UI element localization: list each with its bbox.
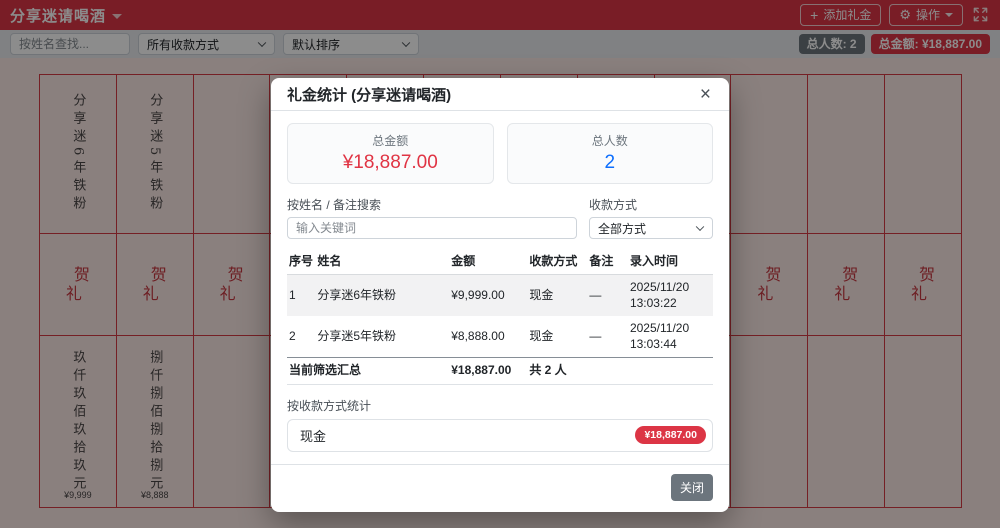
table-row: 1 分享迷6年铁粉 ¥9,999.00 现金 — 2025/11/20 13:03:22 bbox=[287, 274, 713, 317]
modal-title: 礼金统计 (分享迷请喝酒) bbox=[287, 86, 452, 104]
table-cell: 现金 bbox=[529, 328, 554, 343]
method-stats-label: 按收款方式统计 bbox=[287, 398, 372, 413]
table-cell: 2025/11/20 13:03:22 bbox=[629, 280, 690, 310]
modal-header: 礼金统计 (分享迷请喝酒) × bbox=[271, 78, 729, 111]
table-cell: 2025/11/20 13:03:44 bbox=[629, 321, 690, 351]
close-button[interactable]: 关闭 bbox=[670, 473, 713, 501]
method-stat-item: 现金 ¥18,887.00 bbox=[287, 418, 713, 452]
filter-summary-row: 当前筛选汇总 ¥18,887.00 共 2 人 bbox=[287, 357, 713, 385]
gift-statistics-modal: 礼金统计 (分享迷请喝酒) × 总金额 ¥18,887.00 总人数 2 按姓名… bbox=[271, 78, 729, 512]
total-people-card: 总人数 2 bbox=[506, 123, 713, 184]
table-cell: 1 bbox=[289, 287, 296, 302]
summary-cards: 总金额 ¥18,887.00 总人数 2 bbox=[287, 123, 713, 184]
summary-label: 当前筛选汇总 bbox=[287, 357, 450, 385]
total-people-label: 总人数 bbox=[591, 134, 628, 148]
gift-table: 序号 姓名 金额 收款方式 备注 录入时间 1 分享迷6年铁粉 ¥9,999.00 现… bbox=[287, 249, 713, 385]
table-cell: 现金 bbox=[529, 287, 554, 302]
keyword-search-input[interactable] bbox=[287, 217, 577, 239]
total-people-value: 2 bbox=[604, 152, 616, 173]
payment-method-label: 收款方式 bbox=[589, 198, 638, 212]
total-amount-label: 总金额 bbox=[372, 134, 409, 148]
gift-table-header-row: 序号 姓名 金额 收款方式 备注 录入时间 bbox=[287, 249, 713, 275]
modal-filters: 按姓名 / 备注搜索 收款方式 全部方式 bbox=[287, 196, 713, 239]
app-window: 分享迷请喝酒 + 添加礼金 ⚙ 操作 按姓名查找... 所有收款方式 默认排序 … bbox=[0, 0, 1000, 528]
method-stats-list: 现金 ¥18,887.00 bbox=[287, 418, 713, 452]
keyword-search-label: 按姓名 / 备注搜索 bbox=[287, 198, 382, 212]
total-amount-card: 总金额 ¥18,887.00 bbox=[287, 123, 494, 184]
table-cell: ¥8,888.00 bbox=[451, 328, 505, 343]
summary-amount: ¥18,887.00 bbox=[449, 357, 528, 385]
table-cell: 分享迷6年铁粉 bbox=[317, 287, 396, 302]
modal-body: 总金额 ¥18,887.00 总人数 2 按姓名 / 备注搜索 收款方式 全部方… bbox=[271, 111, 729, 452]
modal-footer: 关闭 bbox=[271, 463, 729, 512]
total-amount-value: ¥18,887.00 bbox=[342, 152, 438, 173]
chevron-down-icon bbox=[695, 222, 705, 232]
table-cell: 2 bbox=[289, 328, 296, 343]
summary-count: 共 2 人 bbox=[527, 357, 713, 385]
table-cell: ¥9,999.00 bbox=[451, 287, 505, 302]
table-cell: — bbox=[589, 287, 602, 302]
method-name: 现金 bbox=[300, 428, 327, 444]
close-icon[interactable]: × bbox=[698, 85, 713, 104]
table-cell: 分享迷5年铁粉 bbox=[317, 328, 396, 343]
table-cell: — bbox=[589, 328, 602, 343]
payment-method-select[interactable]: 全部方式 bbox=[589, 217, 713, 239]
method-amount-badge: ¥18,887.00 bbox=[635, 426, 706, 445]
table-row: 2 分享迷5年铁粉 ¥8,888.00 现金 — 2025/11/20 13:03:44 bbox=[287, 316, 713, 358]
gift-table-body: 1 分享迷6年铁粉 ¥9,999.00 现金 — 2025/11/20 13:03:22 2… bbox=[287, 274, 713, 358]
